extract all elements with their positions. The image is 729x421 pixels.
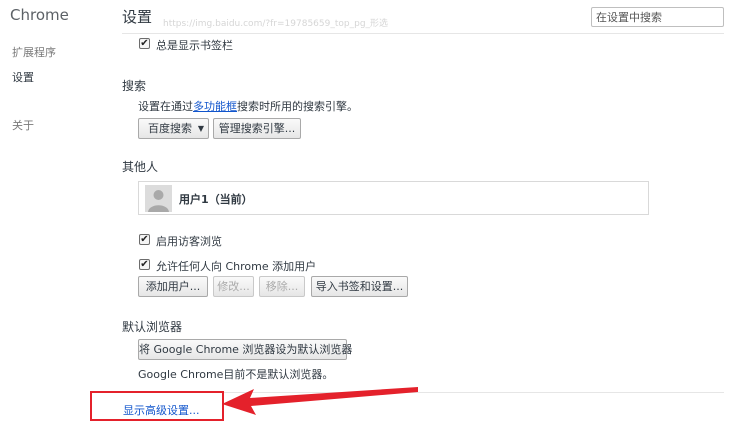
person-icon [145, 185, 172, 212]
sidebar: Chrome 扩展程序 设置 关于 [0, 0, 110, 418]
sidebar-item-settings[interactable]: 设置 [12, 69, 34, 85]
chevron-down-icon: ▼ [197, 124, 204, 133]
profile-list[interactable]: 用户1（当前） [138, 181, 649, 215]
settings-search-input[interactable] [591, 7, 724, 27]
brand-title: Chrome [10, 6, 69, 24]
manage-search-engines-button[interactable]: 管理搜索引擎... [213, 118, 301, 139]
annotation-highlight-box [90, 391, 224, 421]
default-browser-status: Google Chrome目前不是默认浏览器。 [138, 368, 334, 381]
guest-browsing-checkbox[interactable]: ✔ [139, 234, 150, 245]
omnibox-link[interactable]: 多功能框 [193, 100, 237, 113]
add-user-button[interactable]: 添加用户... [138, 276, 208, 297]
profile-name: 用户1（当前） [179, 193, 253, 206]
watermark-text: https://img.baidu.com/?fr=19785659_top_p… [163, 19, 389, 29]
avatar [145, 185, 172, 212]
default-browser-title: 默认浏览器 [122, 320, 183, 334]
allow-add-user-label: 允许任何人向 Chrome 添加用户 [156, 260, 317, 273]
sidebar-item-about[interactable]: 关于 [12, 117, 34, 133]
search-section-title: 搜索 [122, 79, 147, 93]
show-bookmarks-bar-label: 总是显示书签栏 [156, 39, 233, 52]
set-default-browser-button[interactable]: 将 Google Chrome 浏览器设为默认浏览器 [138, 339, 352, 360]
sidebar-item-extensions[interactable]: 扩展程序 [12, 44, 56, 60]
page-title: 设置 [122, 8, 153, 26]
remove-user-button[interactable]: 移除... [259, 276, 305, 297]
show-bookmarks-bar-checkbox[interactable]: ✔ [139, 38, 150, 49]
import-bookmarks-button[interactable]: 导入书签和设置... [311, 276, 408, 297]
guest-browsing-label: 启用访客浏览 [156, 235, 222, 248]
search-desc-prefix: 设置在通过 [138, 100, 193, 113]
allow-add-user-checkbox[interactable]: ✔ [139, 259, 150, 270]
search-engine-value: 百度搜索 [148, 122, 192, 135]
people-section-title: 其他人 [122, 160, 159, 174]
search-desc-suffix: 搜索时所用的搜索引擎。 [237, 100, 358, 113]
search-engine-select[interactable]: 百度搜索 ▼ [138, 118, 209, 139]
header-divider [122, 33, 724, 34]
search-description: 设置在通过多功能框搜索时所用的搜索引擎。 [138, 98, 358, 114]
edit-user-button[interactable]: 修改... [213, 276, 254, 297]
annotation-arrow-icon [222, 387, 418, 415]
